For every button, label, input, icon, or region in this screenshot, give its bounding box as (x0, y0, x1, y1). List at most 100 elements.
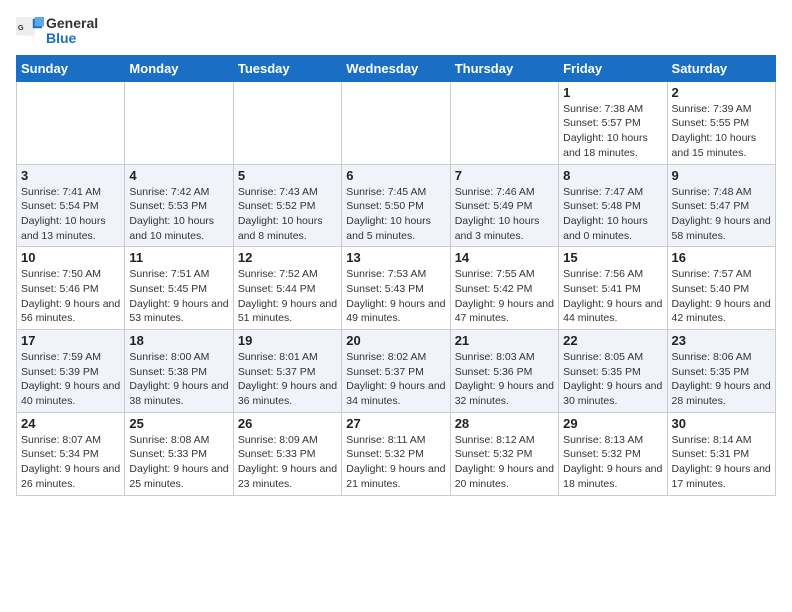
day-info: Sunrise: 7:53 AMSunset: 5:43 PMDaylight:… (346, 267, 445, 326)
day-number: 1 (563, 85, 662, 100)
day-info: Sunrise: 7:56 AMSunset: 5:41 PMDaylight:… (563, 267, 662, 326)
calendar-cell (233, 81, 341, 164)
day-info: Sunrise: 7:45 AMSunset: 5:50 PMDaylight:… (346, 185, 445, 244)
calendar-cell: 25 Sunrise: 8:08 AMSunset: 5:33 PMDayligh… (125, 412, 233, 495)
day-number: 29 (563, 416, 662, 431)
day-number: 2 (672, 85, 771, 100)
day-info: Sunrise: 8:08 AMSunset: 5:33 PMDaylight:… (129, 433, 228, 492)
calendar-cell (342, 81, 450, 164)
day-number: 17 (21, 333, 120, 348)
day-number: 23 (672, 333, 771, 348)
day-info: Sunrise: 7:39 AMSunset: 5:55 PMDaylight:… (672, 102, 771, 161)
day-number: 21 (455, 333, 554, 348)
day-info: Sunrise: 7:47 AMSunset: 5:48 PMDaylight:… (563, 185, 662, 244)
day-info: Sunrise: 7:55 AMSunset: 5:42 PMDaylight:… (455, 267, 554, 326)
calendar-cell: 12 Sunrise: 7:52 AMSunset: 5:44 PMDayligh… (233, 247, 341, 330)
day-info: Sunrise: 7:41 AMSunset: 5:54 PMDaylight:… (21, 185, 120, 244)
day-info: Sunrise: 7:51 AMSunset: 5:45 PMDaylight:… (129, 267, 228, 326)
day-info: Sunrise: 8:01 AMSunset: 5:37 PMDaylight:… (238, 350, 337, 409)
day-number: 7 (455, 168, 554, 183)
calendar-cell: 13Sunrise: 7:53 AMSunset: 5:43 PMDayligh… (342, 247, 450, 330)
svg-text:G: G (18, 23, 24, 32)
day-number: 15 (563, 250, 662, 265)
calendar-cell: 26 Sunrise: 8:09 AMSunset: 5:33 PMDayligh… (233, 412, 341, 495)
day-number: 19 (238, 333, 337, 348)
day-number: 18 (129, 333, 228, 348)
day-info: Sunrise: 8:05 AMSunset: 5:35 PMDaylight:… (563, 350, 662, 409)
day-number: 27 (346, 416, 445, 431)
calendar-cell: 22 Sunrise: 8:05 AMSunset: 5:35 PMDayligh… (559, 330, 667, 413)
calendar-cell: 2 Sunrise: 7:39 AMSunset: 5:55 PMDaylight… (667, 81, 775, 164)
day-info: Sunrise: 7:43 AMSunset: 5:52 PMDaylight:… (238, 185, 337, 244)
day-number: 20 (346, 333, 445, 348)
day-number: 11 (129, 250, 228, 265)
calendar-cell: 3 Sunrise: 7:41 AMSunset: 5:54 PMDaylight… (17, 164, 125, 247)
calendar-cell (450, 81, 558, 164)
day-info: Sunrise: 7:46 AMSunset: 5:49 PMDaylight:… (455, 185, 554, 244)
calendar-table: SundayMondayTuesdayWednesdayThursdayFrid… (16, 55, 776, 496)
day-number: 3 (21, 168, 120, 183)
day-info: Sunrise: 8:11 AMSunset: 5:32 PMDaylight:… (346, 433, 445, 492)
day-number: 12 (238, 250, 337, 265)
day-number: 28 (455, 416, 554, 431)
weekday-header: Sunday (17, 55, 125, 81)
weekday-header: Saturday (667, 55, 775, 81)
day-number: 10 (21, 250, 120, 265)
day-info: Sunrise: 7:42 AMSunset: 5:53 PMDaylight:… (129, 185, 228, 244)
day-info: Sunrise: 8:12 AMSunset: 5:32 PMDaylight:… (455, 433, 554, 492)
calendar-header: SundayMondayTuesdayWednesdayThursdayFrid… (17, 55, 776, 81)
calendar-cell: 1Sunrise: 7:38 AMSunset: 5:57 PMDaylight… (559, 81, 667, 164)
day-number: 9 (672, 168, 771, 183)
day-info: Sunrise: 8:06 AMSunset: 5:35 PMDaylight:… (672, 350, 771, 409)
weekday-header: Thursday (450, 55, 558, 81)
calendar-cell: 27 Sunrise: 8:11 AMSunset: 5:32 PMDayligh… (342, 412, 450, 495)
calendar-cell: 16 Sunrise: 7:57 AMSunset: 5:40 PMDayligh… (667, 247, 775, 330)
day-number: 6 (346, 168, 445, 183)
day-info: Sunrise: 7:59 AMSunset: 5:39 PMDaylight:… (21, 350, 120, 409)
day-number: 30 (672, 416, 771, 431)
day-info: Sunrise: 7:52 AMSunset: 5:44 PMDaylight:… (238, 267, 337, 326)
calendar-cell: 19 Sunrise: 8:01 AMSunset: 5:37 PMDayligh… (233, 330, 341, 413)
calendar-cell: 4 Sunrise: 7:42 AMSunset: 5:53 PMDaylight… (125, 164, 233, 247)
day-number: 26 (238, 416, 337, 431)
calendar-cell: 17 Sunrise: 7:59 AMSunset: 5:39 PMDayligh… (17, 330, 125, 413)
day-number: 24 (21, 416, 120, 431)
calendar-cell: 7 Sunrise: 7:46 AMSunset: 5:49 PMDaylight… (450, 164, 558, 247)
calendar-cell (17, 81, 125, 164)
day-info: Sunrise: 7:48 AMSunset: 5:47 PMDaylight:… (672, 185, 771, 244)
day-number: 22 (563, 333, 662, 348)
calendar-cell: 29 Sunrise: 8:13 AMSunset: 5:32 PMDayligh… (559, 412, 667, 495)
calendar-cell: 14 Sunrise: 7:55 AMSunset: 5:42 PMDayligh… (450, 247, 558, 330)
day-number: 8 (563, 168, 662, 183)
calendar-cell (125, 81, 233, 164)
day-info: Sunrise: 8:07 AMSunset: 5:34 PMDaylight:… (21, 433, 120, 492)
day-info: Sunrise: 8:09 AMSunset: 5:33 PMDaylight:… (238, 433, 337, 492)
calendar-cell: 20Sunrise: 8:02 AMSunset: 5:37 PMDayligh… (342, 330, 450, 413)
weekday-header: Monday (125, 55, 233, 81)
day-number: 16 (672, 250, 771, 265)
calendar-cell: 6 Sunrise: 7:45 AMSunset: 5:50 PMDaylight… (342, 164, 450, 247)
calendar-cell: 21Sunrise: 8:03 AMSunset: 5:36 PMDayligh… (450, 330, 558, 413)
calendar-cell: 24 Sunrise: 8:07 AMSunset: 5:34 PMDayligh… (17, 412, 125, 495)
calendar-cell: 5Sunrise: 7:43 AMSunset: 5:52 PMDaylight… (233, 164, 341, 247)
day-info: Sunrise: 8:13 AMSunset: 5:32 PMDaylight:… (563, 433, 662, 492)
day-info: Sunrise: 8:00 AMSunset: 5:38 PMDaylight:… (129, 350, 228, 409)
weekday-header: Tuesday (233, 55, 341, 81)
logo-general: General (46, 16, 98, 31)
weekday-header: Friday (559, 55, 667, 81)
day-number: 25 (129, 416, 228, 431)
day-number: 4 (129, 168, 228, 183)
calendar-cell: 11 Sunrise: 7:51 AMSunset: 5:45 PMDayligh… (125, 247, 233, 330)
calendar-cell: 23 Sunrise: 8:06 AMSunset: 5:35 PMDayligh… (667, 330, 775, 413)
calendar-cell: 8 Sunrise: 7:47 AMSunset: 5:48 PMDaylight… (559, 164, 667, 247)
page-header: G General Blue (16, 16, 776, 47)
logo: G General Blue (16, 16, 98, 47)
calendar-cell: 9 Sunrise: 7:48 AMSunset: 5:47 PMDaylight… (667, 164, 775, 247)
calendar-cell: 18 Sunrise: 8:00 AMSunset: 5:38 PMDayligh… (125, 330, 233, 413)
calendar-cell: 15 Sunrise: 7:56 AMSunset: 5:41 PMDayligh… (559, 247, 667, 330)
day-number: 14 (455, 250, 554, 265)
weekday-header: Wednesday (342, 55, 450, 81)
day-info: Sunrise: 7:57 AMSunset: 5:40 PMDaylight:… (672, 267, 771, 326)
day-info: Sunrise: 8:14 AMSunset: 5:31 PMDaylight:… (672, 433, 771, 492)
day-info: Sunrise: 7:50 AMSunset: 5:46 PMDaylight:… (21, 267, 120, 326)
